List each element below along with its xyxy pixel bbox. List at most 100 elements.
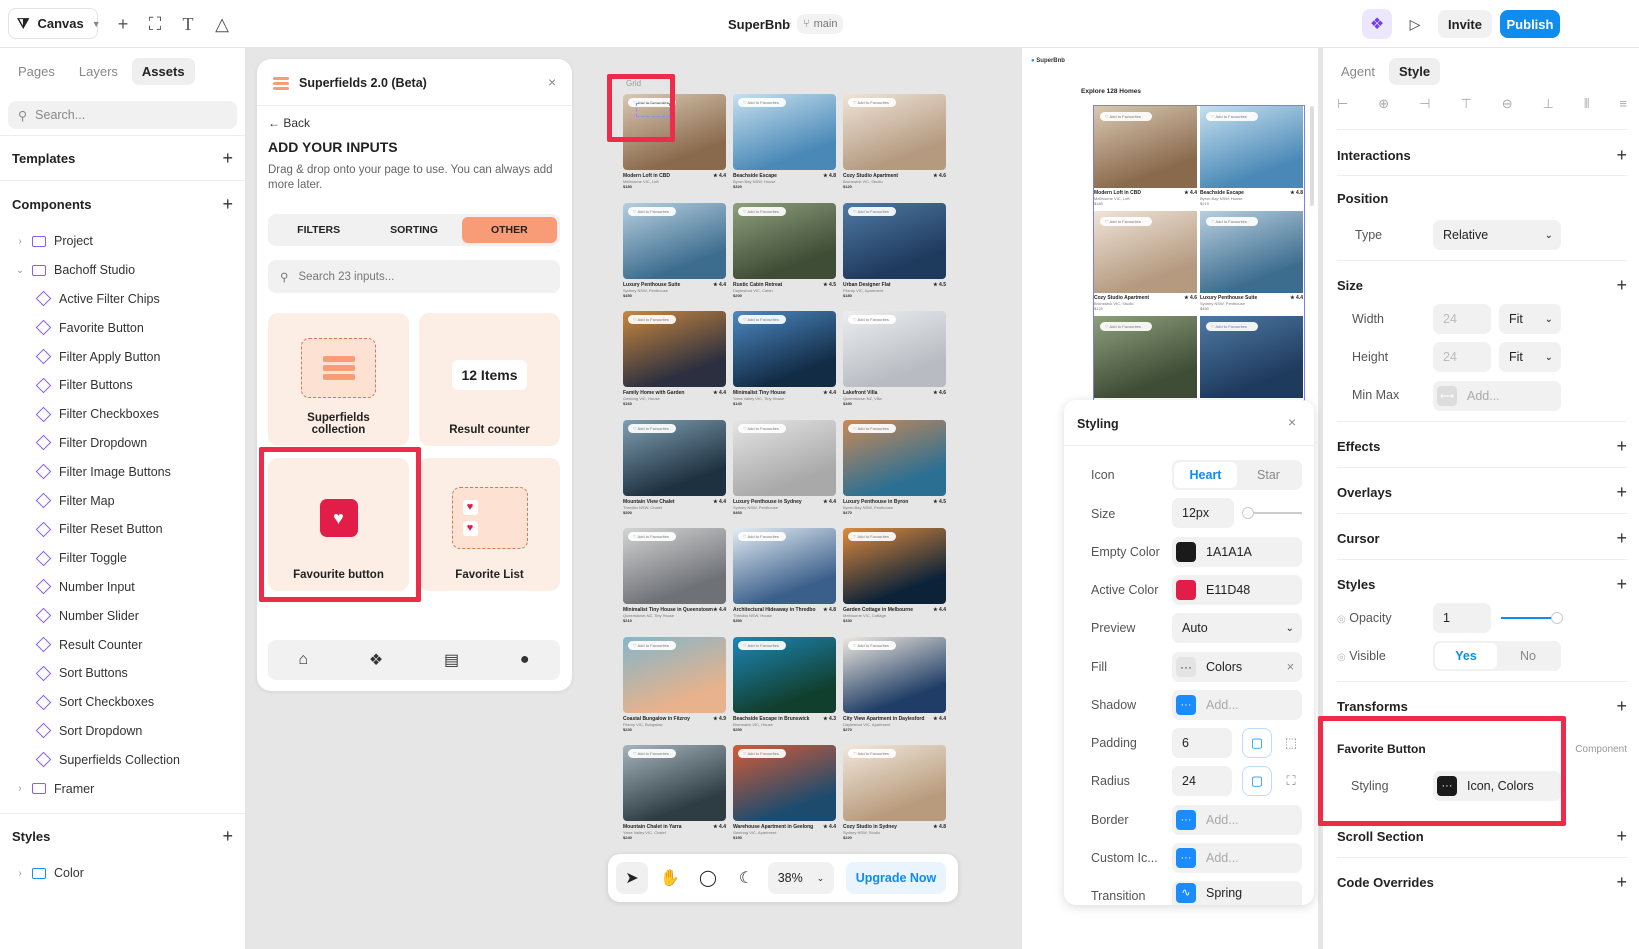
favourite-button[interactable]: ♡ Add to Favourites <box>1100 112 1152 121</box>
favourite-button[interactable]: ♡ Add to Favourites <box>628 206 676 216</box>
templates-section[interactable]: Templates + <box>0 135 245 181</box>
add-icon[interactable]: + <box>1616 528 1627 549</box>
minmax-input[interactable]: ⟷ Add... <box>1433 381 1561 411</box>
add-icon[interactable]: + <box>1616 872 1627 893</box>
preview-property-card[interactable]: ♡ Add to Favourites Beachside Escape ★ 4.8… <box>1200 106 1303 206</box>
components-icon[interactable]: ❖ <box>369 650 383 670</box>
insert-plus-icon[interactable]: + <box>108 9 138 39</box>
align-center-icon[interactable]: ⊕ <box>1378 96 1389 112</box>
tree-component-item[interactable]: Filter Map <box>0 486 245 515</box>
tree-folder-project[interactable]: › Project <box>0 227 245 256</box>
favourite-button[interactable]: ♡ Add to Favourites <box>1100 322 1152 331</box>
branch-badge[interactable]: ⑂ main <box>797 14 844 34</box>
tree-component-item[interactable]: Active Filter Chips <box>0 285 245 314</box>
add-icon[interactable]: + <box>1616 574 1627 595</box>
tab-assets[interactable]: Assets <box>131 58 195 85</box>
favourite-button[interactable]: ♡ Add to Favourites <box>628 749 676 758</box>
width-input[interactable]: 24 <box>1433 304 1491 334</box>
radius-uniform-icon[interactable]: ▢ <box>1242 766 1272 796</box>
active-color-swatch[interactable] <box>1176 580 1196 600</box>
padding-uniform-icon[interactable]: ▢ <box>1242 728 1272 758</box>
favourite-button[interactable]: ♡ Add to Favourites <box>628 315 676 324</box>
preview-property-card[interactable]: ♡ Add to Favourites Modern Loft in CBD ★ 4… <box>1094 106 1197 206</box>
favourite-button[interactable]: ♡ Add to Favourites <box>1206 322 1258 331</box>
tree-component-item[interactable]: Filter Apply Button <box>0 342 245 371</box>
add-icon[interactable]: + <box>1616 275 1627 296</box>
preview-grid[interactable]: ♡ Add to Favourites Modern Loft in CBD ★ 4… <box>1093 105 1305 401</box>
favourite-button[interactable]: ♡ Add to Favourites <box>628 532 676 541</box>
tree-folder-color[interactable]: › Color <box>0 859 245 888</box>
tree-component-item[interactable]: Number Input <box>0 573 245 602</box>
property-card[interactable]: ♡ Add to Favourites Family Home with Gard… <box>623 311 726 415</box>
tree-component-item[interactable]: Favorite Button <box>0 313 245 342</box>
scroll-section[interactable]: Scroll Section + <box>1337 826 1627 847</box>
variable-dot-icon[interactable]: ◎ <box>1337 652 1346 663</box>
favourite-button[interactable]: ♡ Add to Favourites <box>738 640 786 650</box>
tab-filters[interactable]: FILTERS <box>271 217 366 243</box>
distribute-v-icon[interactable]: ≡ <box>1619 96 1627 112</box>
property-card[interactable]: ♡ Add to Favourites Luxury Penthouse Suit… <box>623 202 726 307</box>
align-right-icon[interactable]: ⊣ <box>1419 96 1430 112</box>
favourite-button[interactable]: ♡ Add to Favourites <box>848 532 896 541</box>
width-fit-select[interactable]: Fit ⌄ <box>1499 304 1561 334</box>
tree-component-item[interactable]: Number Slider <box>0 601 245 630</box>
icon-option-heart[interactable]: Heart <box>1174 462 1237 488</box>
add-icon[interactable]: + <box>1616 482 1627 503</box>
preview-scrollbar[interactable] <box>1310 106 1314 206</box>
overlays-section[interactable]: Overlays + <box>1337 482 1627 503</box>
slider-thumb[interactable] <box>1242 507 1254 519</box>
empty-color-swatch[interactable] <box>1176 542 1196 562</box>
close-icon[interactable]: × <box>1288 414 1296 430</box>
favourite-button[interactable]: ♡ Add to Favourites <box>848 749 896 758</box>
tab-agent[interactable]: Agent <box>1331 58 1385 85</box>
favourite-button[interactable]: ♡ Add to Favourites <box>848 98 896 107</box>
property-card[interactable]: ♡ Add to Favourites Cozy Studio Apartment… <box>843 94 946 198</box>
size-section[interactable]: Size + <box>1337 275 1627 296</box>
preview-property-card[interactable]: ♡ Add to FavouritesUrban Designer Flat★ … <box>1200 316 1303 400</box>
fill-input[interactable]: ··· Colors × <box>1172 652 1302 682</box>
tree-component-item[interactable]: Filter Checkboxes <box>0 400 245 429</box>
custom-icon-input[interactable]: ··· Add... <box>1172 843 1302 873</box>
interactions-section[interactable]: Interactions + <box>1337 145 1627 166</box>
shape-triangle-icon[interactable]: △ <box>207 9 237 39</box>
favourite-button[interactable]: ♡ Add to Favourites <box>848 423 896 433</box>
code-overrides-section[interactable]: Code Overrides + <box>1337 872 1627 893</box>
distribute-h-icon[interactable]: ⫴ <box>1584 96 1589 112</box>
ai-plugin-icon[interactable]: ❖ <box>1362 9 1392 39</box>
variable-dot-icon[interactable]: ◎ <box>1337 614 1346 625</box>
tree-component-item[interactable]: Filter Image Buttons <box>0 457 245 486</box>
tab-sorting[interactable]: SORTING <box>366 217 461 243</box>
opacity-slider[interactable] <box>1501 612 1563 624</box>
align-top-icon[interactable]: ⊤ <box>1460 96 1471 112</box>
preview-property-card[interactable]: ♡ Add to FavouritesRustic Cabin Retreat★… <box>1094 316 1197 400</box>
preview-play-icon[interactable]: ▷ <box>1400 9 1430 39</box>
add-component-icon[interactable]: + <box>222 194 233 215</box>
property-card[interactable]: ♡ Add to Favourites Minimalist Tiny House… <box>733 311 836 415</box>
comment-tool-icon[interactable]: ◯ <box>692 862 724 894</box>
hand-tool-icon[interactable]: ✋ <box>654 862 686 894</box>
add-icon[interactable]: + <box>1616 696 1627 717</box>
favourite-button[interactable]: ♡ Add to Favourites <box>1100 217 1152 226</box>
components-section[interactable]: Components + <box>0 181 245 227</box>
effects-section[interactable]: Effects + <box>1337 436 1627 457</box>
pointer-tool-icon[interactable]: ➤ <box>616 862 648 894</box>
tree-component-item[interactable]: Filter Toggle <box>0 544 245 573</box>
tree-component-item[interactable]: Result Counter <box>0 630 245 659</box>
size-slider[interactable] <box>1242 507 1302 519</box>
cursor-section[interactable]: Cursor + <box>1337 528 1627 549</box>
size-input[interactable]: 12px <box>1172 498 1234 528</box>
add-icon[interactable]: + <box>1616 145 1627 166</box>
radius-individual-icon[interactable]: ⛶ <box>1276 766 1306 796</box>
tree-component-item[interactable]: Filter Buttons <box>0 371 245 400</box>
transforms-section[interactable]: Transforms + <box>1337 696 1627 717</box>
favourite-button[interactable]: ♡ Add to Favourites <box>628 423 676 433</box>
tree-component-item[interactable]: Sort Buttons <box>0 659 245 688</box>
tree-component-item[interactable]: Filter Dropdown <box>0 429 245 458</box>
publish-button[interactable]: Publish <box>1500 10 1560 38</box>
property-card[interactable]: ♡ Add to Favourites Beachside Escape ★ 4.8… <box>733 94 836 198</box>
tree-component-item[interactable]: Sort Dropdown <box>0 717 245 746</box>
property-card[interactable]: ♡ Add to Favourites Coastal Bungalow in F… <box>623 636 726 741</box>
align-left-icon[interactable]: ⊢ <box>1337 96 1348 112</box>
styles-section[interactable]: Styles + <box>1337 574 1627 595</box>
property-card[interactable]: ♡ Add to Favourites Lakefront Villa ★ 4.6 Q… <box>843 311 946 415</box>
